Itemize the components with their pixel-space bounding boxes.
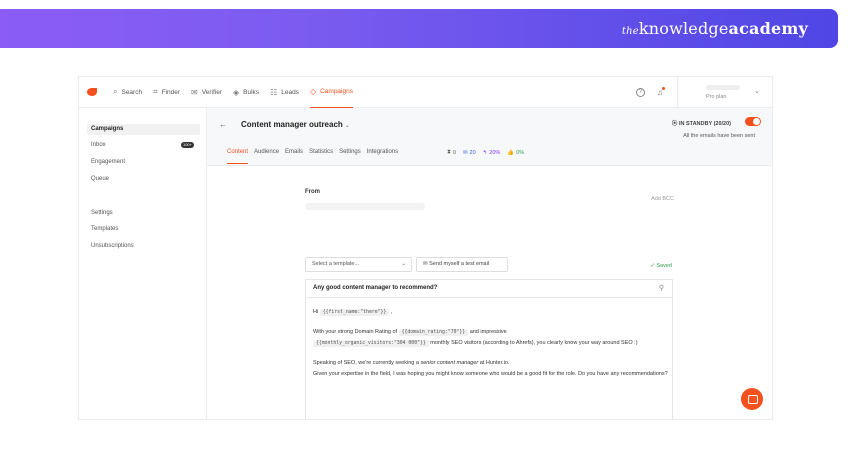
from-field[interactable] [305, 203, 425, 210]
campaign-status: ⦿ IN STANDBY (20/20) [671, 121, 731, 127]
notification-dot [662, 87, 665, 90]
hourglass-icon: ⧗ [447, 149, 451, 155]
campaigns-icon: ◇ [309, 87, 317, 96]
campaign-toggle[interactable] [745, 117, 761, 126]
sidebar-item-engagement[interactable]: Engagement [87, 157, 200, 168]
account-menu[interactable]: Pro plan ⌄ [677, 77, 772, 108]
tab-audience[interactable]: Audience [254, 149, 279, 164]
tab-settings[interactable]: Settings [339, 149, 361, 164]
sidebar-item-templates[interactable]: Templates [87, 224, 200, 235]
email-body[interactable]: Hi {{first_name:"there"}} , With your st… [313, 307, 669, 381]
sidebar: Campaigns Inbox 100+ Engagement Queue Se… [79, 108, 207, 419]
search-icon: ⌕ [113, 87, 118, 96]
finder-icon: ⌗ [153, 87, 158, 96]
stat-pending: ⧗ 0 [447, 149, 456, 156]
sidebar-item-queue[interactable]: Queue [87, 174, 200, 185]
reply-icon: ↰ [482, 149, 488, 156]
stat-reply-rate: ↰ 20% [482, 149, 501, 156]
bulks-icon: ◈ [232, 87, 240, 97]
greeting-line: Hi {{first_name:"there"}} , [313, 309, 393, 316]
variable-monthly-visitors[interactable]: {{monthly_organic_visitors:"304 000"}} [313, 340, 429, 347]
tab-statistics[interactable]: Statistics [309, 149, 333, 164]
lightbulb-icon[interactable]: ⚲ [659, 284, 664, 292]
standby-icon: ⦿ [671, 121, 679, 127]
thumbs-up-icon: 👍 [507, 149, 515, 156]
inbox-count-badge: 100+ [180, 142, 194, 148]
nav-leads[interactable]: ☷ Leads [270, 77, 299, 108]
sidebar-item-inbox[interactable]: Inbox 100+ [87, 140, 200, 151]
campaign-tabs: Content Audience Emails Statistics Setti… [227, 149, 404, 164]
nav-finder[interactable]: ⌗ Finder [153, 77, 180, 108]
tab-emails[interactable]: Emails [285, 149, 303, 164]
campaign-header: ← Content manager outreach ⌄ ⦿ IN STANDBY… [207, 108, 772, 166]
brand-logo: theknowledgeacademy [621, 19, 808, 38]
campaign-title[interactable]: Content manager outreach ⌄ [241, 120, 350, 129]
tab-content[interactable]: Content [227, 149, 249, 164]
nav-bulks[interactable]: ◈ Bulks [233, 77, 259, 108]
email-editor[interactable]: Any good content manager to recommend? ⚲ … [305, 279, 673, 419]
saved-indicator: ✓ Saved [650, 263, 672, 269]
notification-icon[interactable]: ♫ [657, 87, 665, 97]
sidebar-item-campaigns[interactable]: Campaigns [87, 124, 200, 135]
nav-right: ? ♫ Pro plan ⌄ [636, 77, 772, 108]
leads-icon: ☷ [270, 87, 278, 97]
sidebar-item-unsubscriptions[interactable]: Unsubscriptions [87, 241, 200, 252]
plan-label: Pro plan [706, 94, 727, 100]
send-test-email-button[interactable]: ✉ Send myself a test email [416, 257, 508, 272]
template-select[interactable]: Select a template... ⌄ [305, 257, 412, 272]
mail-icon: ✉ [462, 149, 468, 156]
paragraph-1: With your strong Domain Rating of {{doma… [313, 328, 638, 347]
chat-support-button[interactable] [741, 388, 763, 410]
account-name-redacted [706, 85, 740, 90]
chevron-down-icon: ⌄ [401, 261, 406, 267]
brand-banner: theknowledgeacademy [0, 9, 838, 48]
app-window: ⌕ Search ⌗ Finder ✉ Verifier ◈ Bulks ☷ Leads … [78, 76, 773, 420]
paragraph-3: Given your expertise in the field, I was… [313, 371, 668, 377]
verifier-icon: ✉ [191, 87, 198, 97]
sidebar-item-settings[interactable]: Settings [87, 208, 200, 219]
stat-interested: 👍 0% [507, 149, 525, 156]
back-arrow-icon[interactable]: ← [219, 120, 227, 129]
help-icon[interactable]: ? [636, 88, 645, 97]
variable-first-name[interactable]: {{first_name:"there"}} [319, 309, 390, 316]
from-label: From [305, 189, 320, 195]
hunter-logo[interactable] [87, 86, 99, 98]
nav-campaigns[interactable]: ◇ Campaigns [309, 77, 353, 108]
nav-search[interactable]: ⌕ Search [113, 77, 142, 108]
nav-verifier[interactable]: ✉ Verifier [191, 77, 222, 108]
add-bcc-link[interactable]: Add BCC [651, 196, 674, 202]
chevron-down-icon: ⌄ [754, 88, 760, 95]
campaign-stats: ⧗ 0 ✉ 20 ↰ 20% 👍 0% [447, 149, 531, 156]
stat-sent: ✉ 20 [462, 149, 476, 156]
variable-domain-rating[interactable]: {{domain_rating:"70"}} [398, 328, 469, 336]
top-navigation: ⌕ Search ⌗ Finder ✉ Verifier ◈ Bulks ☷ Leads … [79, 77, 772, 108]
tab-integrations[interactable]: Integrations [367, 149, 398, 164]
email-subject[interactable]: Any good content manager to recommend? ⚲ [306, 280, 672, 298]
sent-note: All the emails have been sent [683, 133, 755, 139]
paragraph-2: Speaking of SEO, we're currently seeking… [313, 359, 510, 366]
chevron-down-icon: ⌄ [344, 123, 350, 129]
